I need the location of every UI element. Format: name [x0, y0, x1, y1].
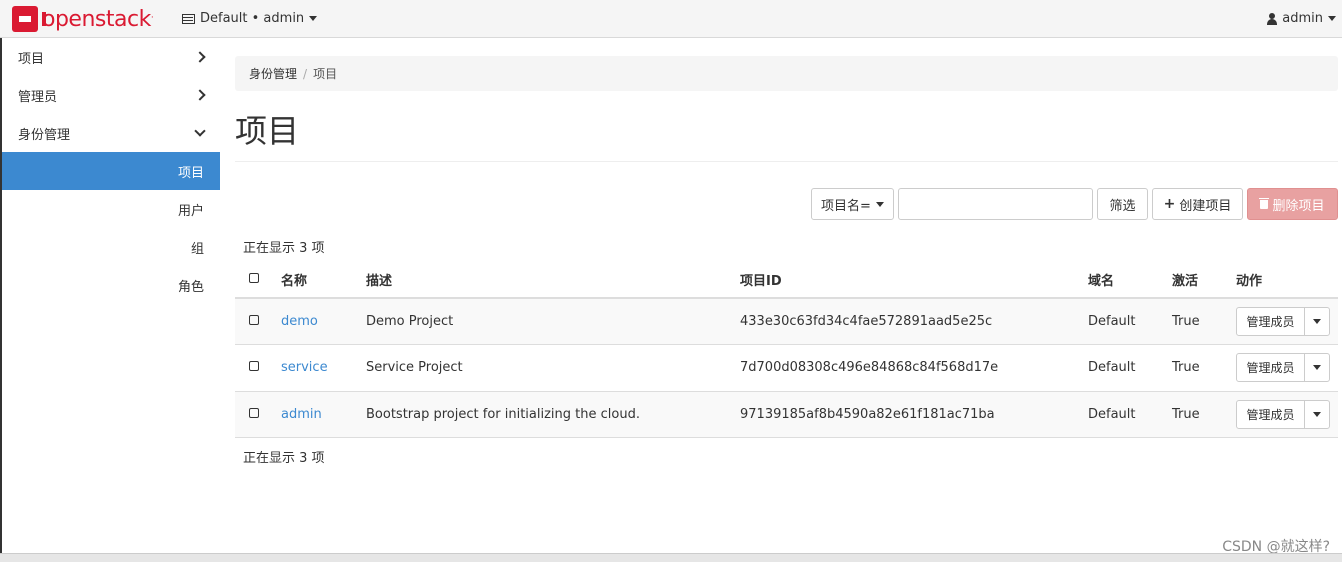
col-actions-header: 动作	[1236, 261, 1338, 299]
project-name-link[interactable]: admin	[281, 407, 322, 422]
project-description: Service Project	[366, 344, 740, 392]
top-navbar: openstack. Default • admin admin	[0, 0, 1342, 38]
project-enabled: True	[1172, 391, 1236, 438]
sidebar-panel-label: 管理员	[18, 89, 58, 105]
table-header-row: 名称 描述 项目ID 域名 激活 动作	[235, 261, 1338, 299]
row-action-group: 管理成员	[1236, 399, 1330, 429]
chevron-down-icon	[1313, 365, 1321, 371]
project-domain: Default	[1088, 344, 1172, 392]
breadcrumb-current: 项目	[313, 67, 338, 81]
filter-button-label: 筛选	[1109, 198, 1136, 214]
row-checkbox[interactable]	[249, 315, 259, 325]
openstack-logo-icon	[12, 6, 46, 32]
row-action-dropdown[interactable]	[1305, 401, 1329, 428]
user-icon	[1267, 12, 1278, 25]
plus-icon: +	[1163, 196, 1176, 212]
chevron-down-icon	[1328, 16, 1336, 21]
project-description: Demo Project	[366, 298, 740, 345]
sidebar-item-users[interactable]: 用户	[2, 190, 220, 228]
manage-members-button[interactable]: 管理成员	[1237, 400, 1305, 428]
horizontal-scrollbar[interactable]	[0, 553, 1342, 562]
delete-projects-label: 删除项目	[1272, 198, 1325, 214]
page-title: 项目	[235, 112, 300, 150]
col-name-header[interactable]: 名称	[281, 261, 366, 299]
col-domain-header[interactable]: 域名	[1088, 261, 1172, 299]
row-action-group: 管理成员	[1236, 353, 1330, 383]
filter-button[interactable]: 筛选	[1097, 188, 1148, 220]
project-id: 7d700d08308c496e84868c84f568d17e	[740, 344, 1088, 392]
sidebar-panel-identity[interactable]: 身份管理	[2, 114, 220, 152]
col-description-header[interactable]: 描述	[366, 261, 740, 299]
sidebar-panel-project[interactable]: 项目	[2, 38, 220, 76]
project-enabled: True	[1172, 298, 1236, 345]
sidebar-item-roles[interactable]: 角色	[2, 266, 220, 304]
row-checkbox[interactable]	[249, 407, 259, 418]
context-label: Default • admin	[200, 11, 305, 26]
table-row: admin Bootstrap project for initializing…	[235, 391, 1338, 438]
chevron-down-icon	[194, 125, 206, 137]
table-row: demo Demo Project 433e30c63fd34c4fae5728…	[235, 298, 1338, 345]
sidebar-panel-label: 项目	[18, 51, 45, 67]
sidebar-panel-admin[interactable]: 管理员	[2, 76, 220, 114]
item-count-bottom: 正在显示 3 项	[243, 451, 325, 466]
project-name-link[interactable]: service	[281, 360, 328, 375]
project-context-dropdown[interactable]: Default • admin	[182, 11, 318, 26]
project-id: 97139185af8b4590a82e61f181ac71ba	[740, 391, 1088, 438]
create-project-button[interactable]: + 创建项目	[1152, 188, 1243, 220]
item-count-top: 正在显示 3 项	[243, 241, 325, 256]
row-checkbox[interactable]	[249, 361, 259, 372]
trash-icon	[1259, 197, 1270, 209]
context-icon	[182, 13, 195, 24]
manage-members-button[interactable]: 管理成员	[1237, 308, 1305, 335]
breadcrumb-separator: /	[303, 66, 308, 81]
row-action-dropdown[interactable]	[1305, 308, 1329, 335]
title-divider	[235, 161, 1338, 162]
sidebar: 项目 管理员 身份管理 项目 用户 组 角色	[0, 38, 220, 562]
user-name: admin	[1282, 11, 1323, 26]
sidebar-item-groups[interactable]: 组	[2, 228, 220, 266]
project-enabled: True	[1172, 344, 1236, 392]
project-id: 433e30c63fd34c4fae572891aad5e25c	[740, 298, 1088, 345]
chevron-down-icon	[875, 201, 884, 207]
brand-mark: .	[150, 10, 154, 21]
sidebar-item-label: 组	[190, 241, 204, 257]
chevron-down-icon	[1313, 411, 1321, 417]
sidebar-item-label: 角色	[177, 279, 204, 295]
projects-table: 名称 描述 项目ID 域名 激活 动作 demo Demo Project 43…	[235, 261, 1338, 438]
breadcrumb-parent[interactable]: 身份管理	[249, 65, 297, 82]
user-menu[interactable]: admin	[1267, 11, 1336, 26]
manage-members-button[interactable]: 管理成员	[1237, 354, 1305, 382]
sidebar-item-label: 用户	[177, 203, 204, 219]
filter-field-dropdown[interactable]: 项目名=	[811, 188, 894, 220]
sidebar-item-label: 项目	[177, 165, 204, 181]
chevron-down-icon	[1313, 319, 1321, 324]
table-row: service Service Project 7d700d08308c496e…	[235, 344, 1338, 392]
filter-input[interactable]	[898, 188, 1093, 220]
openstack-logo[interactable]: openstack.	[12, 6, 154, 32]
col-id-header[interactable]: 项目ID	[740, 261, 1088, 299]
col-enabled-header[interactable]: 激活	[1172, 261, 1236, 299]
sidebar-item-projects[interactable]: 项目	[2, 152, 220, 190]
project-name-link[interactable]: demo	[281, 314, 318, 329]
select-all-checkbox[interactable]	[249, 272, 259, 283]
project-domain: Default	[1088, 391, 1172, 438]
filter-field-label: 项目名=	[821, 198, 871, 214]
delete-projects-button[interactable]: 删除项目	[1247, 188, 1338, 220]
sidebar-panel-label: 身份管理	[18, 127, 71, 143]
create-project-label: 创建项目	[1179, 198, 1232, 214]
chevron-right-icon	[194, 89, 206, 101]
row-action-dropdown[interactable]	[1305, 354, 1329, 381]
project-description: Bootstrap project for initializing the c…	[366, 391, 740, 438]
chevron-down-icon	[309, 16, 318, 21]
chevron-right-icon	[194, 51, 206, 63]
brand-name: openstack	[42, 6, 151, 32]
project-domain: Default	[1088, 298, 1172, 345]
breadcrumb: 身份管理 / 项目	[235, 56, 1338, 91]
row-action-group: 管理成员	[1236, 307, 1330, 336]
